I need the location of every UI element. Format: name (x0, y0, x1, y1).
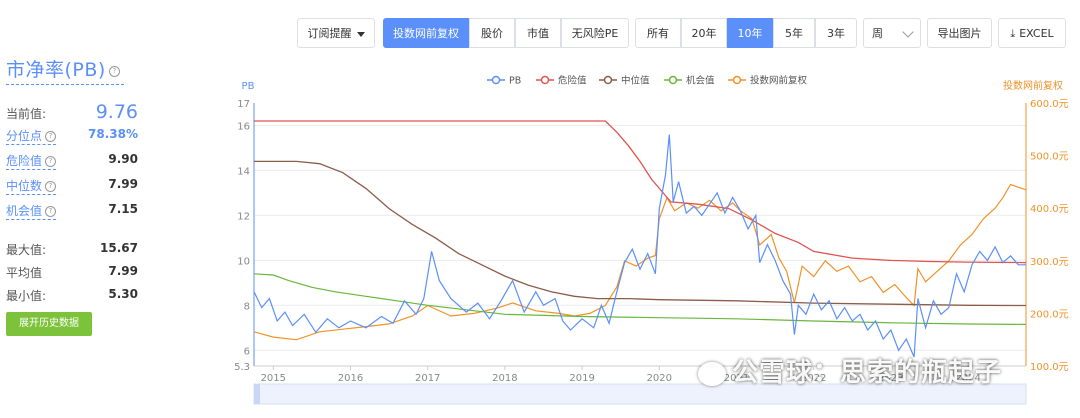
zoom-handle-left[interactable] (254, 384, 260, 404)
legend-item[interactable]: PB (509, 76, 521, 87)
legend-marker (732, 75, 742, 85)
watermark-text: 公雪球：思索的瓶起子 (732, 358, 1003, 388)
legend-item[interactable]: 中位值 (621, 75, 650, 87)
y-left-axis-label: PB (242, 81, 255, 92)
y-left-tick-label: 16 (237, 121, 250, 132)
x-tick-label: 2019 (569, 373, 594, 384)
y-right-tick-label: 500.0元 (1030, 152, 1069, 163)
y-left-tick-label: 12 (237, 211, 250, 222)
x-tick-label: 2018 (492, 373, 517, 384)
y-right-tick-label: 600.0元 (1030, 99, 1069, 110)
legend-marker (540, 75, 550, 85)
y-right-tick-label: 400.0元 (1030, 204, 1069, 215)
y-right-tick-label: 100.0元 (1030, 362, 1069, 373)
legend-marker (491, 75, 501, 85)
legend-item[interactable]: 投数网前复权 (750, 75, 808, 87)
wechat-icon (698, 361, 726, 386)
legend-marker (668, 75, 678, 85)
median-series-line (254, 160, 1027, 307)
x-tick-label: 2020 (647, 373, 672, 384)
y-left-tick-label: 6 (244, 346, 250, 357)
y-right-axis-label: 投数网前复权 (1003, 79, 1063, 92)
y-left-tick-label: 14 (237, 166, 250, 177)
y-right-tick-label: 200.0元 (1030, 309, 1069, 320)
legend-marker (603, 75, 613, 85)
x-tick-label: 2015 (261, 373, 286, 384)
legend-item[interactable]: 危险值 (558, 75, 587, 87)
y-left-tick-label: 8 (244, 301, 250, 312)
y-left-tick-label: 17 (237, 99, 250, 110)
legend-item[interactable]: 机会值 (686, 75, 715, 87)
x-tick-label: 2017 (415, 373, 440, 384)
y-right-tick-label: 300.0元 (1030, 257, 1069, 268)
price-series-line (253, 183, 1027, 341)
x-tick-label: 2016 (338, 373, 363, 384)
y-left-tick-label: 5.3 (234, 362, 250, 373)
y-left-tick-label: 10 (237, 256, 250, 267)
watermark: 公雪球：思索的瓶起子 (698, 352, 1002, 389)
